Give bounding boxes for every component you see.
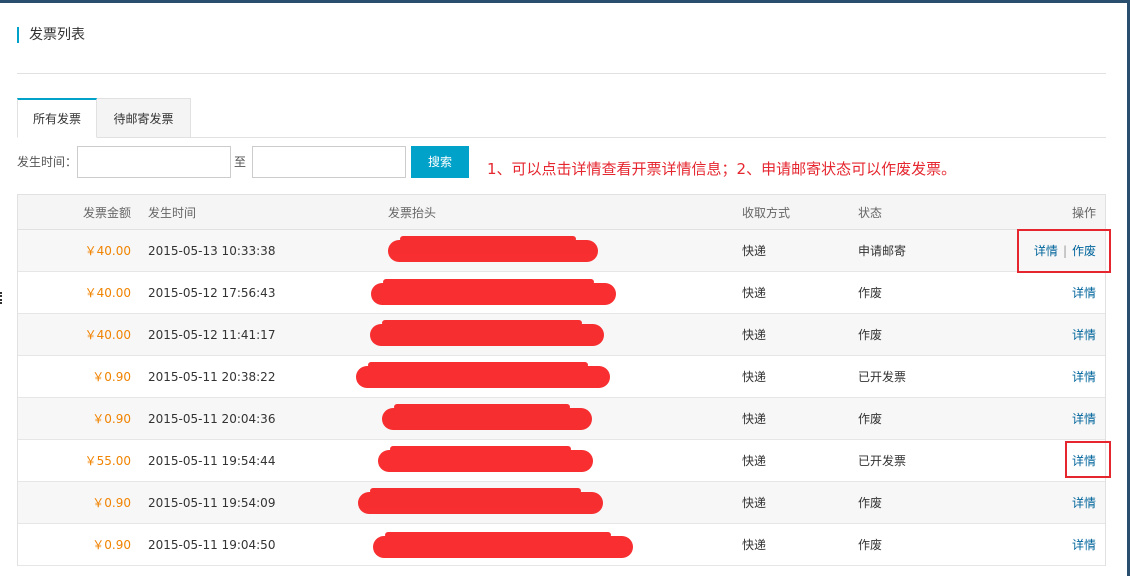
invoice-time: 2015-05-12 17:56:43 xyxy=(148,285,276,300)
tab-bar: 所有发票 待邮寄发票 xyxy=(17,98,1106,138)
end-date-input[interactable] xyxy=(252,146,406,178)
invoice-title-redacted xyxy=(358,482,708,523)
detail-link[interactable]: 详情 xyxy=(1072,368,1096,385)
row-operations: 详情 xyxy=(956,524,1096,565)
invoice-title-redacted xyxy=(388,230,708,271)
detail-link[interactable]: 详情 xyxy=(1072,536,1096,553)
invoice-time: 2015-05-11 20:04:36 xyxy=(148,411,276,426)
row-operations: 详情 xyxy=(956,482,1096,523)
left-edge-marker xyxy=(0,292,3,304)
date-filter-label: 发生时间： xyxy=(17,155,78,169)
invoice-title-redacted xyxy=(373,524,708,565)
table-row: ￥40.00 2015-05-12 11:41:17 快递 作废 详情 xyxy=(18,314,1105,356)
table-row: ￥0.90 2015-05-11 19:54:09 快递 作废 详情 xyxy=(18,482,1105,524)
invoice-time: 2015-05-13 10:33:38 xyxy=(148,243,276,258)
invoice-amount: ￥40.00 xyxy=(84,286,131,300)
invoice-time: 2015-05-11 20:38:22 xyxy=(148,369,276,384)
invoice-time: 2015-05-11 19:54:44 xyxy=(148,453,276,468)
delivery-method: 快递 xyxy=(742,538,767,552)
invoice-amount: ￥0.90 xyxy=(92,496,131,510)
delivery-method: 快递 xyxy=(742,328,767,342)
table-row: ￥0.90 2015-05-11 20:38:22 快递 已开发票 详情 xyxy=(18,356,1105,398)
header-delivery-method: 收取方式 xyxy=(742,205,791,220)
invoice-title-redacted xyxy=(370,314,708,355)
invoice-amount: ￥40.00 xyxy=(84,244,131,258)
detail-link[interactable]: 详情 xyxy=(1072,326,1096,343)
highlight-box-operations xyxy=(1017,229,1111,273)
invoice-table: 发票金额 发生时间 发票抬头 收取方式 状态 操作 ￥40.00 2015-05… xyxy=(17,194,1106,566)
detail-link[interactable]: 详情 xyxy=(1072,410,1096,427)
row-operations: 详情 xyxy=(956,356,1096,397)
row-operations: 详情 xyxy=(956,398,1096,439)
instruction-annotation: 1、可以点击详情查看开票详情信息；2、申请邮寄状态可以作废发票。 xyxy=(487,160,957,178)
table-row: ￥40.00 2015-05-12 17:56:43 快递 作废 详情 xyxy=(18,272,1105,314)
delivery-method: 快递 xyxy=(742,286,767,300)
header-amount: 发票金额 xyxy=(82,205,131,220)
row-operations: 详情 xyxy=(956,272,1096,313)
search-button[interactable]: 搜索 xyxy=(411,146,469,178)
delivery-method: 快递 xyxy=(742,370,767,384)
header-invoice-title: 发票抬头 xyxy=(388,205,437,220)
table-row: ￥0.90 2015-05-11 20:04:36 快递 作废 详情 xyxy=(18,398,1105,440)
table-header: 发票金额 发生时间 发票抬头 收取方式 状态 操作 xyxy=(18,195,1105,230)
invoice-title-redacted xyxy=(382,398,708,439)
invoice-title-redacted xyxy=(378,440,708,481)
detail-link[interactable]: 详情 xyxy=(1072,494,1096,511)
header-time: 发生时间 xyxy=(148,205,197,220)
tab-all-invoices[interactable]: 所有发票 xyxy=(17,98,97,138)
invoice-amount: ￥0.90 xyxy=(92,412,131,426)
invoice-time: 2015-05-12 11:41:17 xyxy=(148,327,276,342)
invoice-title-redacted xyxy=(371,272,708,313)
page-title: 发票列表 xyxy=(17,27,85,43)
delivery-method: 快递 xyxy=(742,496,767,510)
title-divider xyxy=(17,73,1106,74)
invoice-title-redacted xyxy=(356,356,708,397)
delivery-method: 快递 xyxy=(742,454,767,468)
header-operations: 操作 xyxy=(1071,205,1096,220)
invoice-amount: ￥0.90 xyxy=(92,370,131,384)
delivery-method: 快递 xyxy=(742,244,767,258)
delivery-method: 快递 xyxy=(742,412,767,426)
table-row: ￥40.00 2015-05-13 10:33:38 快递 申请邮寄 详情 | … xyxy=(18,230,1105,272)
window-top-border xyxy=(0,0,1130,3)
highlight-box-detail xyxy=(1065,441,1111,478)
detail-link[interactable]: 详情 xyxy=(1072,284,1096,301)
row-operations: 详情 xyxy=(956,314,1096,355)
invoice-amount: ￥40.00 xyxy=(84,328,131,342)
table-row: ￥0.90 2015-05-11 19:04:50 快递 作废 详情 xyxy=(18,524,1105,566)
invoice-time: 2015-05-11 19:54:09 xyxy=(148,495,276,510)
table-row: ￥55.00 2015-05-11 19:54:44 快递 已开发票 详情 xyxy=(18,440,1105,482)
date-range-to-label: 至 xyxy=(234,155,247,169)
tab-pending-mail-invoices[interactable]: 待邮寄发票 xyxy=(97,98,191,138)
invoice-amount: ￥55.00 xyxy=(84,454,131,468)
start-date-input[interactable] xyxy=(77,146,231,178)
invoice-time: 2015-05-11 19:04:50 xyxy=(148,537,276,552)
invoice-amount: ￥0.90 xyxy=(92,538,131,552)
